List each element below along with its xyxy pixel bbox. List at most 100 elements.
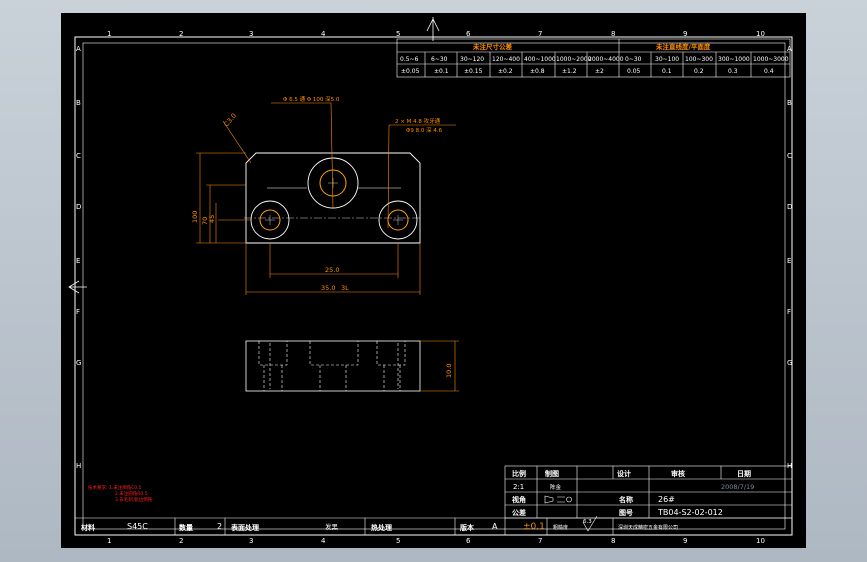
tol-range: 100~300 [685,56,713,63]
col-label: 8 [611,537,615,545]
dim-side-height: 10.0 [445,364,453,378]
dim-height-3: 45 [208,215,216,223]
label-date: 日期 [737,469,751,478]
col-label: 3 [249,30,253,38]
row-label: F [76,308,80,316]
row-label: E [76,257,80,265]
version-value: A [492,522,498,531]
row-label: C [76,152,81,160]
row-label: B [76,99,81,107]
tol-value: ±0.1 [434,68,449,75]
hole-note-3: Φ9 8.0 深 4.6 [406,126,443,134]
label-surface: 表面处理 [230,523,259,532]
tol-range: 300~1000 [718,56,750,63]
qty-value: 2 [217,522,222,531]
col-label: 4 [321,537,326,545]
label-check: 审核 [671,469,685,478]
row-label: E [787,257,791,265]
tol-value: ±0.1 [523,522,545,532]
tol-range: 30~120 [460,56,484,63]
dim-width-suffix: 3L [341,284,349,292]
col-label: 10 [756,30,765,38]
col-label: 7 [538,537,542,545]
hole-note-2: 2 × M 4.8 攻牙通 [395,117,441,125]
tol-value: 0.4 [764,68,774,75]
col-label: 1 [107,537,111,545]
tol-value: ±0.05 [401,68,420,75]
col-label: 6 [466,537,471,545]
tol-value: ±0.2 [498,68,513,75]
name-value: 26# [658,495,675,504]
col-label: 4 [321,30,326,38]
company-name: 深圳天成精密五金有限公司 [618,524,678,531]
col-label: 5 [396,537,400,545]
row-label: G [76,359,81,367]
row-label: G [787,359,792,367]
projection-circle-icon [566,496,572,503]
col-label: 8 [611,30,615,38]
side-outline [245,340,421,392]
tol-value: 0.1 [662,68,672,75]
col-label: 1 [107,30,111,38]
row-label: F [787,308,791,316]
side-view [245,340,459,392]
drawing-sheet: 1 2 3 4 5 6 7 8 9 10 1 2 3 4 5 6 7 8 9 1… [61,13,806,548]
dim-width-holes: 25.0 [325,266,339,274]
tol-range: 1000~2000 [556,56,592,63]
col-label: 3 [249,537,253,545]
tol-range: 120~400 [492,56,520,63]
date-value: 2008/7/19 [721,483,754,491]
label-view: 视角 [512,495,526,504]
tol-range: 2000~4000 [588,56,624,63]
label-version: 版本 [460,523,474,532]
tol-value: ±1.2 [562,68,577,75]
surface-value: 发黑 [325,522,339,531]
dim-height-total: 100 [191,211,199,223]
dim-width-total: 35.0 [321,284,335,292]
chamfer-note: C3.0 [222,112,238,129]
tol-value: 0.2 [694,68,704,75]
technical-notes: 技术要求: 1.未注倒角C0.5 2.未注圆角R0.5 3.去毛刺,锐边倒钝 [88,484,153,503]
tol-range: 400~1000 [524,56,556,63]
col-label: 5 [396,30,400,38]
label-scale: 比例 [512,469,526,478]
row-label: C [787,152,792,160]
col-label: 7 [538,30,542,38]
col-label: 10 [756,537,765,545]
note-line: 2.未注圆角R0.5 [115,490,148,497]
projection-symbol-icon [544,495,565,504]
label-drawn: 制图 [545,469,559,478]
row-label: H [76,462,81,470]
label-name: 名称 [619,495,633,504]
row-ruler-left: A B C D E F G H [76,45,81,470]
drawn-value: 陈金 [550,483,562,491]
row-label: D [76,203,81,211]
label-roughness: 粗糙度 [553,524,568,531]
col-label: 2 [179,537,183,545]
tol-value: ±0.15 [464,68,483,75]
note-line: 技术要求: 1.未注倒角C0.5 [88,484,142,491]
label-material: 材料 [80,523,95,532]
tol-value: 0.3 [728,68,738,75]
tol-range: 1000~3000 [753,56,789,63]
note-line: 3.去毛刺,锐边倒钝 [115,496,153,503]
column-ruler-bottom: 1 2 3 4 5 6 7 8 9 10 [107,537,765,545]
row-label: B [787,99,792,107]
tol-range: 30~100 [655,56,679,63]
dimension-text: C3.0 Φ 6.5 通 Φ 100 深5.0 2 × M 4.8 攻牙通 Φ9… [191,95,443,292]
material-value: S45C [127,522,148,531]
tolerance-table-text: 未注尺寸公差 未注直线度/平面度 0.5~6 6~30 30~120 120~4… [400,42,789,75]
col-label: 6 [466,30,471,38]
tol-range: 6~30 [431,56,448,63]
tol-range: 0~30 [625,56,642,63]
outer-frame [74,36,793,536]
inner-frame [82,42,786,530]
center-mark-left-icon [68,280,87,294]
label-drawing-no: 图号 [619,508,633,517]
tol-value: 0.05 [627,68,641,75]
label-qty: 数量 [179,523,193,532]
tol-value: ±2 [595,68,604,75]
col-label: 9 [683,537,687,545]
tol-header-right: 未注直线度/平面度 [656,42,711,51]
scale-value: 2:1 [513,483,524,491]
